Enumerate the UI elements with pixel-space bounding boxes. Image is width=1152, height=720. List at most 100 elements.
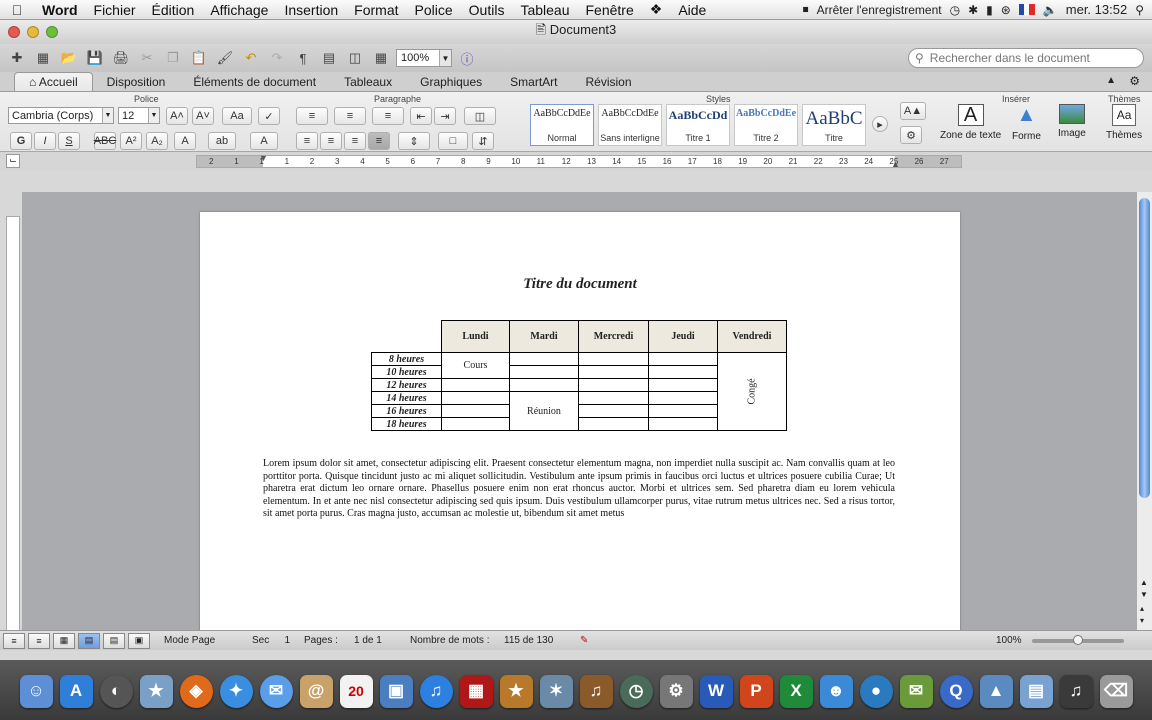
bullet-list-icon[interactable]: ≡ [296, 107, 328, 125]
tab-graphiques[interactable]: Graphiques [406, 73, 496, 91]
text-effects-icon[interactable]: A [250, 132, 278, 150]
header-jeudi[interactable]: Jeudi [648, 320, 718, 353]
underline-icon[interactable]: S [58, 132, 80, 150]
align-right-icon[interactable]: ≡ [344, 132, 366, 150]
next-page-icon[interactable]: ▾ [1140, 616, 1144, 625]
table-cell[interactable] [441, 378, 510, 392]
menu-affichage[interactable]: Affichage [202, 2, 276, 18]
page[interactable]: Titre du document Lundi Mardi Mercredi J… [200, 212, 960, 630]
table-cell[interactable] [441, 404, 510, 418]
clock[interactable]: mer. 13:52 [1066, 2, 1127, 17]
hour-16[interactable]: 16 heures [371, 404, 442, 418]
table-cell[interactable] [509, 352, 579, 366]
toolbox-icon[interactable]: ▦ [370, 48, 392, 68]
apple-icon[interactable]:  [0, 2, 34, 18]
vertical-ruler[interactable] [6, 216, 20, 650]
close-window-button[interactable] [8, 26, 20, 38]
themes-button[interactable]: Aa Thèmes [1106, 104, 1142, 141]
open-icon[interactable]: 📂 [58, 48, 80, 68]
menu-fenetre[interactable]: Fenêtre [578, 2, 642, 18]
table-cell[interactable] [509, 365, 579, 379]
recording-label[interactable]: Arrêter l'enregistrement [817, 3, 942, 17]
style-options-icon[interactable]: A▲ [900, 102, 926, 120]
spelling-status-icon[interactable]: ✎ [580, 635, 588, 646]
messages-icon[interactable]: ✉ [259, 674, 293, 708]
prev-page-icon[interactable]: ▴ [1140, 604, 1144, 613]
hour-18[interactable]: 18 heures [371, 417, 442, 431]
style-titre-1[interactable]: AaBbCcDd Titre 1 [666, 104, 730, 146]
bluetooth-icon[interactable]: ✱ [968, 3, 978, 17]
hour-10[interactable]: 10 heures [371, 365, 442, 379]
outlook-icon[interactable]: ✉ [899, 674, 933, 708]
collapse-ribbon-icon[interactable]: ▲ [1106, 75, 1116, 86]
zoom-window-button[interactable] [46, 26, 58, 38]
time-machine-dock-icon[interactable]: ◷ [619, 674, 653, 708]
cut-icon[interactable]: ✂ [136, 48, 158, 68]
spotlight-icon[interactable]: ⚲ [1135, 3, 1144, 17]
quicktime-icon[interactable]: Q [939, 674, 973, 708]
cell-reunion[interactable]: Réunion [509, 391, 579, 431]
tab-selector-icon[interactable]: ⌙ [6, 154, 20, 168]
horizontal-ruler[interactable]: ▼ ▲ 2 1 1 1 2 3 4 5 6 7 8 9 10 11 12 13 14 15 16 17 18 19 20 21… [196, 153, 962, 169]
save-icon[interactable]: 💾 [84, 48, 106, 68]
gallery-icon[interactable]: ▦ [32, 48, 54, 68]
table-cell[interactable] [578, 391, 649, 405]
garageband-icon[interactable]: ♫ [579, 674, 613, 708]
insert-textbox-button[interactable]: A Zone de texte [940, 104, 1001, 142]
style-titre[interactable]: AaBbC Titre [802, 104, 866, 146]
numbered-list-icon[interactable]: ≡ [334, 107, 366, 125]
header-mardi[interactable]: Mardi [509, 320, 579, 353]
firefox-icon[interactable]: ◈ [179, 674, 213, 708]
documents-folder-icon[interactable]: ▤ [1019, 674, 1053, 708]
messenger-icon[interactable]: ☻ [819, 674, 853, 708]
justify-icon[interactable]: ≡ [368, 132, 390, 150]
zoom-slider[interactable] [1032, 634, 1124, 645]
menu-police[interactable]: Police [407, 2, 461, 18]
notebook-view-icon[interactable]: ▤ [103, 632, 125, 649]
system-preferences-icon[interactable]: ⚙ [659, 674, 693, 708]
wifi-icon[interactable]: ⊛ [1001, 3, 1011, 17]
page-view-icon[interactable]: ▤ [78, 632, 100, 649]
tab-elements[interactable]: Éléments de document [179, 73, 330, 91]
table-cell[interactable] [441, 417, 510, 431]
header-vendredi[interactable]: Vendredi [717, 320, 787, 353]
network-icon[interactable]: ● [859, 674, 893, 708]
view-icon[interactable]: ▤ [318, 48, 340, 68]
style-sans-interligne[interactable]: AaBbCcDdEe Sans interligne [598, 104, 662, 146]
menu-insertion[interactable]: Insertion [276, 2, 346, 18]
document-area[interactable]: Titre du document Lundi Mardi Mercredi J… [22, 192, 1136, 630]
tab-tableaux[interactable]: Tableaux [330, 73, 406, 91]
applications-folder-icon[interactable]: ▲ [979, 674, 1013, 708]
strikethrough-icon[interactable]: ABC [94, 132, 116, 150]
clear-format-icon[interactable]: ✓ [258, 107, 280, 125]
font-size-select[interactable]: 12 ▼ [118, 107, 160, 124]
zoom-slider-knob[interactable] [1073, 634, 1083, 645]
iphoto-icon[interactable]: ▣ [379, 674, 413, 708]
decrease-indent-icon[interactable]: ⇤ [410, 107, 432, 125]
menu-format[interactable]: Format [346, 2, 406, 18]
line-spacing-icon[interactable]: ⇕ [398, 132, 430, 150]
calendar-icon[interactable]: 20 [339, 674, 373, 708]
scrollbar-thumb[interactable] [1139, 198, 1150, 498]
copy-icon[interactable]: ❐ [162, 48, 184, 68]
minimize-window-button[interactable] [27, 26, 39, 38]
superscript-icon[interactable]: A² [120, 132, 142, 150]
vertical-scrollbar[interactable]: ▲ ▼ ▴ ▾ [1136, 192, 1152, 630]
photo-booth-icon[interactable]: ▦ [459, 674, 493, 708]
table-cell[interactable] [648, 352, 718, 366]
table-cell[interactable] [648, 404, 718, 418]
print-icon[interactable]: 🖨 [110, 48, 132, 68]
trash-icon[interactable]: ⌫ [1099, 674, 1133, 708]
french-flag-icon[interactable] [1018, 4, 1035, 15]
new-document-icon[interactable]: ✚ [6, 48, 28, 68]
app-store-icon[interactable]: A [59, 674, 93, 708]
format-painter-icon[interactable]: 🖌 [214, 48, 236, 68]
tab-accueil[interactable]: ⌂ Accueil [14, 72, 93, 91]
table-cell[interactable] [648, 378, 718, 392]
table-cell[interactable] [578, 378, 649, 392]
table-cell[interactable] [578, 404, 649, 418]
insert-image-button[interactable]: Image [1058, 104, 1086, 139]
music-folder-icon[interactable]: ♫ [1059, 674, 1093, 708]
menu-edition[interactable]: Édition [144, 2, 203, 18]
iweb-icon[interactable]: ✶ [539, 674, 573, 708]
